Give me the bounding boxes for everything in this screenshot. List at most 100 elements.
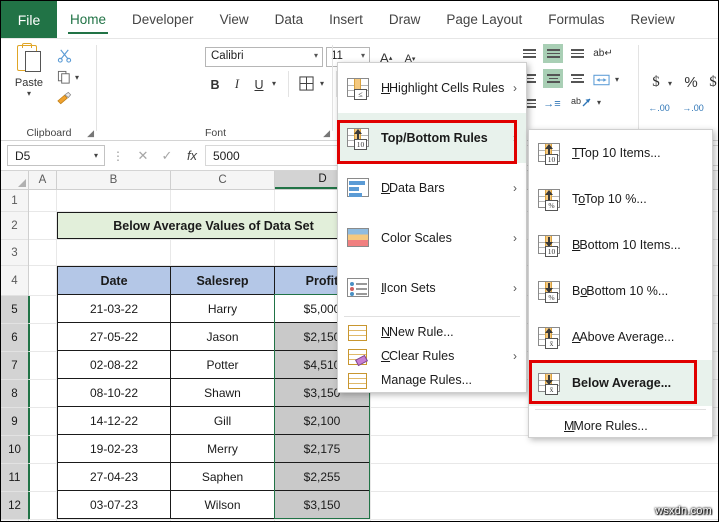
cell-d9[interactable]: $2,100 [274, 406, 370, 435]
paste-chevron-down-icon[interactable]: ▾ [27, 89, 31, 98]
font-dialog-launcher-icon[interactable]: ◢ [323, 128, 330, 139]
tab-developer[interactable]: Developer [119, 1, 207, 38]
cell-d10[interactable]: $2,175 [274, 434, 370, 463]
orientation-chevron-down-icon[interactable]: ▾ [597, 98, 601, 107]
confirm-icon[interactable]: ✓ [155, 148, 179, 164]
menu-item-icon-sets[interactable]: IIcon Sets › [338, 263, 526, 313]
row-header-11[interactable]: 11 [1, 464, 30, 492]
menu-item-manage-rules[interactable]: Manage Rules... [338, 368, 526, 392]
cell-b12[interactable]: 03-07-23 [57, 490, 171, 519]
menu-item-top-bottom-rules[interactable]: 10 Top/Bottom Rules › [338, 113, 526, 163]
underline-button[interactable]: U [250, 74, 268, 95]
cell-c10[interactable]: Merry [170, 434, 275, 463]
decrease-decimal-button[interactable]: ←.00 [646, 97, 672, 118]
accounting-chevron-down-icon[interactable]: ▾ [668, 79, 672, 88]
menu-item-new-rule[interactable]: NNew Rule... [338, 320, 526, 344]
row-header-7[interactable]: 7 [1, 352, 30, 380]
cell-c5[interactable]: Harry [170, 294, 275, 323]
row-header-6[interactable]: 6 [1, 324, 30, 352]
font-name-chevron-down-icon[interactable]: ▾ [314, 51, 318, 60]
merge-and-center-button[interactable] [591, 69, 611, 90]
tab-file[interactable]: File [1, 1, 57, 38]
paste-button[interactable]: Paste ▾ [7, 43, 51, 115]
align-center-button[interactable] [543, 69, 563, 88]
row-header-12[interactable]: 12 [1, 492, 30, 520]
header-cell-date[interactable]: Date [57, 266, 171, 295]
format-painter-icon[interactable] [53, 89, 75, 109]
column-header-c[interactable]: C [171, 171, 275, 189]
submenu-item-bottom-10-percent[interactable]: % BoBottom 10 %... [529, 268, 712, 314]
cell-c8[interactable]: Shawn [170, 378, 275, 407]
row-header-2[interactable]: 2 [1, 212, 28, 240]
column-header-b[interactable]: B [57, 171, 171, 189]
cell-c7[interactable]: Potter [170, 350, 275, 379]
align-right-button[interactable] [567, 69, 587, 88]
tab-home[interactable]: Home [57, 1, 119, 38]
cell-c9[interactable]: Gill [170, 406, 275, 435]
wrap-text-button[interactable]: ab↵ [591, 43, 615, 64]
row-header-4[interactable]: 4 [1, 266, 28, 296]
row-header-9[interactable]: 9 [1, 408, 30, 436]
menu-item-clear-rules[interactable]: CClear Rules › [338, 344, 526, 368]
borders-button[interactable] [296, 73, 316, 94]
submenu-item-below-average[interactable]: x̄ Below Average... [529, 360, 712, 406]
italic-button[interactable]: I [228, 74, 246, 95]
cell-b5[interactable]: 21-03-22 [57, 294, 171, 323]
comma-style-button[interactable]: $ [706, 72, 718, 93]
borders-chevron-down-icon[interactable]: ▾ [320, 79, 324, 88]
align-top-button[interactable] [519, 44, 539, 63]
cell-b11[interactable]: 27-04-23 [57, 462, 171, 491]
cell-b9[interactable]: 14-12-22 [57, 406, 171, 435]
tab-view[interactable]: View [207, 1, 262, 38]
cell-d12[interactable]: $3,150 [274, 490, 370, 519]
scissors-icon[interactable] [53, 45, 75, 65]
tab-page-layout[interactable]: Page Layout [433, 1, 535, 38]
align-middle-button[interactable] [543, 44, 563, 63]
submenu-item-bottom-10-items[interactable]: 10 BBottom 10 Items... [529, 222, 712, 268]
cell-b8[interactable]: 08-10-22 [57, 378, 171, 407]
clipboard-dialog-launcher-icon[interactable]: ◢ [87, 128, 94, 139]
merge-chevron-down-icon[interactable]: ▾ [615, 75, 619, 84]
accounting-format-button[interactable]: $ [648, 72, 664, 93]
align-bottom-button[interactable] [567, 44, 587, 63]
name-box-chevron-down-icon[interactable]: ▾ [94, 151, 98, 160]
row-header-10[interactable]: 10 [1, 436, 30, 464]
menu-item-data-bars[interactable]: DData Bars › [338, 163, 526, 213]
font-name-input[interactable]: Calibri ▾ [205, 47, 323, 67]
title-cell[interactable]: Below Average Values of Data Set [57, 212, 370, 239]
cell-d11[interactable]: $2,255 [274, 462, 370, 491]
tab-insert[interactable]: Insert [316, 1, 376, 38]
orientation-button[interactable]: ab [569, 92, 593, 113]
copy-icon[interactable] [53, 67, 75, 87]
increase-indent-button[interactable]: →≡ [541, 93, 563, 114]
cell-b7[interactable]: 02-08-22 [57, 350, 171, 379]
submenu-item-top-10-percent[interactable]: % ToTop 10 %... [529, 176, 712, 222]
font-size-chevron-down-icon[interactable]: ▾ [361, 51, 365, 60]
cell-b10[interactable]: 19-02-23 [57, 434, 171, 463]
cell-b6[interactable]: 27-05-22 [57, 322, 171, 351]
submenu-item-top-10-items[interactable]: 10 TTop 10 Items... [529, 130, 712, 176]
tab-review[interactable]: Review [617, 1, 687, 38]
row-header-5[interactable]: 5 [1, 296, 30, 324]
bold-button[interactable]: B [206, 74, 224, 95]
select-all-corner[interactable] [1, 171, 29, 189]
row-header-1[interactable]: 1 [1, 190, 28, 212]
cell-c12[interactable]: Wilson [170, 490, 275, 519]
submenu-item-more-rules[interactable]: MMore Rules... [529, 413, 712, 439]
percent-style-button[interactable]: % [682, 72, 700, 93]
header-cell-salesrep[interactable]: Salesrep [170, 266, 275, 295]
row-header-3[interactable]: 3 [1, 240, 28, 266]
name-box[interactable]: D5 ▾ [7, 145, 105, 166]
menu-item-highlight-cells-rules[interactable]: ≤ HHighlight Cells Rules › [338, 63, 526, 113]
tab-data[interactable]: Data [262, 1, 317, 38]
cancel-icon[interactable]: ✕ [131, 148, 155, 164]
underline-chevron-down-icon[interactable]: ▾ [272, 79, 276, 88]
cell-c6[interactable]: Jason [170, 322, 275, 351]
row-header-8[interactable]: 8 [1, 380, 30, 408]
column-header-a[interactable]: A [29, 171, 57, 189]
submenu-item-above-average[interactable]: x̄ AAbove Average... [529, 314, 712, 360]
insert-function-icon[interactable]: fx [179, 148, 205, 163]
tab-formulas[interactable]: Formulas [535, 1, 617, 38]
tab-draw[interactable]: Draw [376, 1, 434, 38]
increase-decimal-button[interactable]: →.00 [680, 97, 706, 118]
